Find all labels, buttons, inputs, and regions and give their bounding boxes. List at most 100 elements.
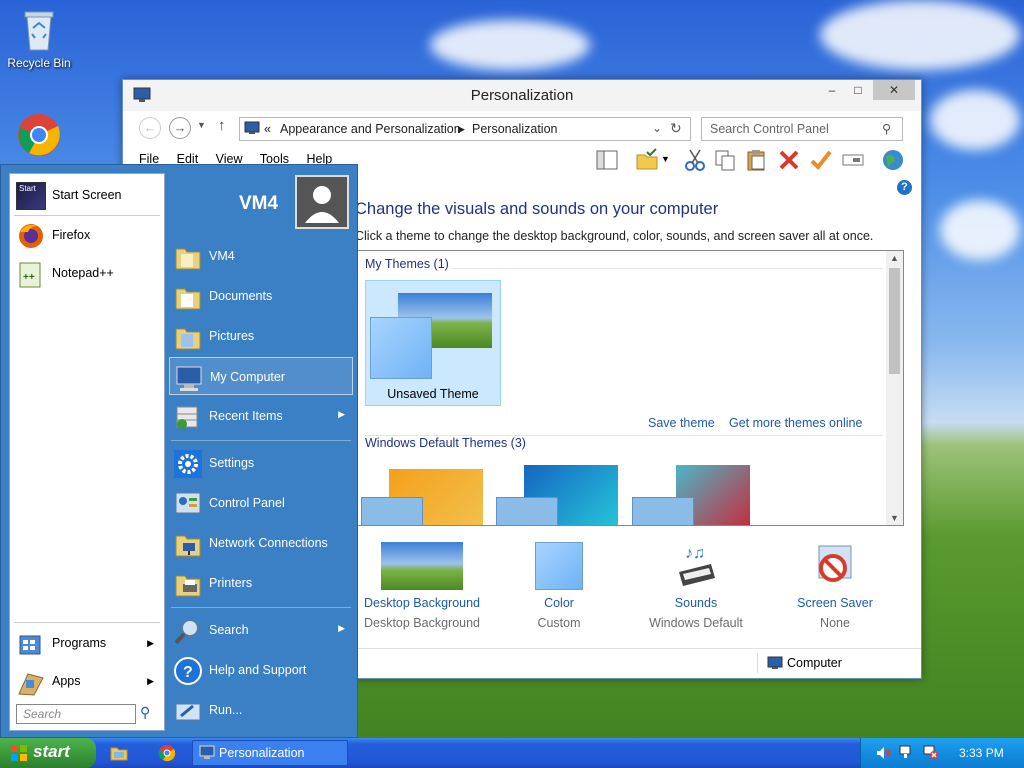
recycle-bin-desktop-icon[interactable]: Recycle Bin (3, 8, 75, 70)
get-more-themes-link[interactable]: Get more themes online (729, 416, 862, 430)
menu-documents[interactable]: Documents (169, 277, 353, 315)
color-item[interactable]: Color Custom (494, 542, 624, 630)
network-error-icon[interactable] (923, 744, 939, 760)
user-avatar[interactable] (295, 175, 349, 229)
quicklaunch-explorer-icon[interactable] (110, 744, 128, 762)
taskbar-personalization-button[interactable]: Personalization (192, 740, 348, 766)
folder-options-dropdown-icon[interactable]: ▼ (661, 154, 671, 178)
search-magnifier-icon (173, 616, 203, 646)
printers-icon (173, 569, 203, 599)
scroll-thumb[interactable] (889, 268, 900, 374)
recent-pages-dropdown-icon[interactable]: ▼ (197, 120, 206, 130)
scroll-down-icon[interactable]: ▼ (890, 513, 899, 523)
up-arrow-icon[interactable]: ↑ (218, 117, 226, 134)
maximize-button[interactable]: □ (845, 80, 871, 100)
address-bar[interactable]: « Appearance and Personalization ▶ Perso… (239, 117, 691, 141)
theme-unsaved[interactable]: Unsaved Theme (365, 280, 501, 406)
start-search-icon[interactable]: ⚲ (140, 704, 150, 721)
search-placeholder: Search Control Panel (710, 122, 829, 136)
breadcrumb-personalization[interactable]: Personalization (472, 122, 557, 136)
apps-label: Apps (52, 674, 81, 688)
screen-saver-label[interactable]: Screen Saver (770, 596, 900, 610)
themes-list[interactable]: My Themes (1) Unsaved Theme Save theme G… (355, 250, 904, 526)
window-title: Personalization (470, 87, 574, 104)
delete-icon[interactable] (777, 148, 801, 172)
close-button[interactable]: ✕ (873, 80, 915, 100)
recent-items-icon (173, 402, 203, 432)
menu-pictures[interactable]: Pictures (169, 317, 353, 355)
default-themes-group-label: Windows Default Themes (3) (365, 436, 526, 450)
my-computer-label: My Computer (210, 370, 286, 384)
clock[interactable]: 3:33 PM (959, 746, 1004, 760)
menu-settings[interactable]: Settings (169, 444, 353, 482)
apps-item[interactable]: Apps ▶ (16, 666, 158, 698)
left-pane-divider (14, 215, 160, 216)
address-row: ← → ▼ ↑ « Appearance and Personalization… (131, 114, 913, 142)
recycle-bin-label: Recycle Bin (7, 56, 71, 70)
color-value: Custom (537, 616, 581, 630)
settings-gear-icon (173, 449, 203, 479)
menu-control-panel[interactable]: Control Panel (169, 484, 353, 522)
save-theme-link[interactable]: Save theme (648, 416, 715, 430)
firefox-icon (16, 222, 46, 250)
help-and-support-label: Help and Support (209, 663, 307, 677)
programs-icon (16, 630, 46, 658)
quicklaunch-chrome-icon[interactable] (158, 744, 176, 762)
refresh-icon[interactable]: ↻ (670, 120, 682, 137)
control-panel-icon (173, 489, 203, 519)
start-menu: Start Start Screen Firefox ++ Notepad++ … (0, 164, 358, 738)
sounds-label[interactable]: Sounds (631, 596, 761, 610)
network-status-icon[interactable] (899, 744, 915, 760)
rename-icon[interactable] (841, 148, 865, 172)
forward-button[interactable]: → (169, 117, 191, 139)
recent-items-arrow-icon: ▶ (338, 409, 345, 419)
color-label[interactable]: Color (494, 596, 624, 610)
menu-vm4[interactable]: VM4 (169, 237, 353, 275)
start-button[interactable]: start (0, 738, 96, 768)
paste-icon[interactable] (745, 148, 769, 172)
taskbar-personalization-label: Personalization (219, 746, 305, 760)
search-control-panel-input[interactable]: Search Control Panel ⚲ (701, 117, 903, 141)
help-icon[interactable]: ? (897, 180, 912, 195)
menu-run[interactable]: Run... (169, 691, 353, 729)
scroll-up-icon[interactable]: ▲ (890, 253, 899, 263)
menu-network-connections[interactable]: Network Connections (169, 524, 353, 562)
window-titlebar[interactable]: Personalization – □ ✕ (123, 80, 921, 111)
breadcrumb-separator-icon: ▶ (458, 124, 465, 134)
copy-icon[interactable] (713, 148, 737, 172)
notepad-plus-plus-icon: ++ (16, 260, 46, 288)
start-search-input[interactable]: Search (16, 704, 136, 724)
programs-item[interactable]: Programs ▶ (16, 628, 158, 660)
my-themes-group-label: My Themes (1) (365, 257, 449, 271)
theme-swatch-3 (632, 497, 694, 525)
sounds-item[interactable]: ♪♫ Sounds Windows Default (631, 542, 761, 630)
menu-my-computer[interactable]: My Computer (169, 357, 353, 395)
address-dropdown-icon[interactable]: ⌄ (652, 121, 662, 135)
chrome-desktop-icon[interactable] (3, 112, 75, 162)
left-pane-bottom-divider (14, 622, 160, 623)
desktop-background-item[interactable]: Desktop Background Desktop Background (357, 542, 487, 630)
folder-options-icon[interactable] (635, 148, 659, 172)
globe-icon[interactable] (881, 148, 905, 172)
menu-recent-items[interactable]: Recent Items ▶ (169, 397, 353, 435)
control-panel-label: Control Panel (209, 496, 285, 510)
breadcrumb-prefix[interactable]: « (264, 122, 271, 136)
windows-logo-icon (10, 744, 28, 762)
cut-icon[interactable] (683, 148, 707, 172)
themes-scrollbar[interactable]: ▲ ▼ (886, 251, 903, 525)
search-icon[interactable]: ⚲ (882, 121, 891, 136)
breadcrumb-appearance[interactable]: Appearance and Personalization (280, 122, 461, 136)
screen-saver-icon (811, 542, 859, 590)
desktop-background-label[interactable]: Desktop Background (357, 596, 487, 610)
menu-search[interactable]: Search ▶ (169, 611, 353, 649)
layout-panes-icon[interactable] (595, 148, 619, 172)
menu-help-and-support[interactable]: ? Help and Support (169, 651, 353, 689)
checkmark-icon[interactable] (809, 148, 833, 172)
start-search-placeholder: Search (23, 707, 62, 721)
network-connections-icon (173, 529, 203, 559)
menu-printers[interactable]: Printers (169, 564, 353, 602)
screen-saver-item[interactable]: Screen Saver None (770, 542, 900, 630)
minimize-button[interactable]: – (819, 80, 845, 100)
back-button[interactable]: ← (139, 117, 161, 139)
volume-muted-icon[interactable] (875, 745, 891, 761)
